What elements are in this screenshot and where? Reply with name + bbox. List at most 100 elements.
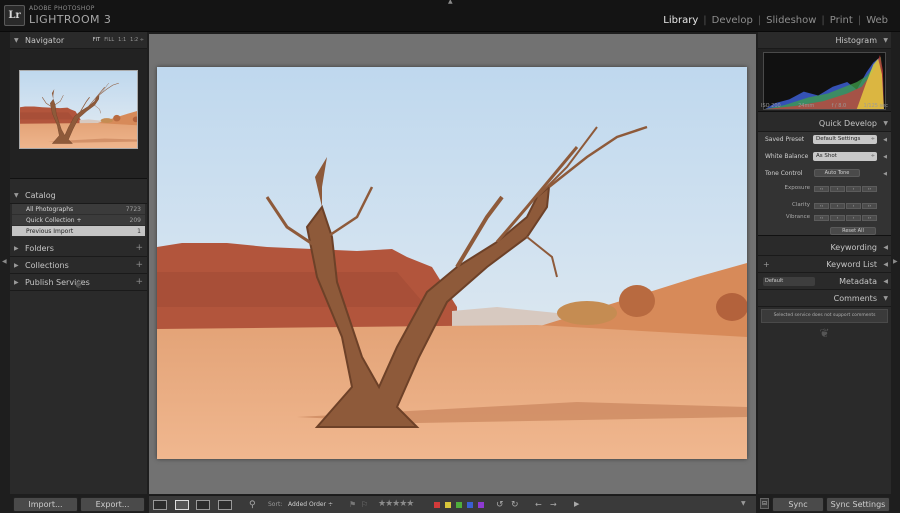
keyword-list-header[interactable]: + Keyword List ◀ [758, 256, 891, 273]
module-library[interactable]: Library [663, 15, 698, 26]
exposure-inc-large[interactable]: ›› [862, 186, 877, 192]
color-label-purple[interactable] [478, 502, 484, 508]
left-panel-collapse-icon[interactable]: ◀ [2, 258, 7, 265]
catalog-item-all-photographs[interactable]: All Photographs 7723 [12, 204, 145, 215]
expand-triangle-icon[interactable]: ◀ [883, 273, 888, 290]
module-slideshow[interactable]: Slideshow [766, 15, 816, 26]
auto-tone-button[interactable]: Auto Tone [814, 169, 860, 177]
clarity-dec-small[interactable]: ‹ [830, 203, 845, 209]
color-label-red[interactable] [434, 502, 440, 508]
vibrance-dec-small[interactable]: ‹ [830, 215, 845, 221]
folders-title: Folders [25, 244, 54, 253]
module-develop[interactable]: Develop [712, 15, 753, 26]
sync-settings-button[interactable]: Sync Settings [826, 497, 890, 512]
collections-title: Collections [25, 261, 69, 270]
expand-triangle-icon[interactable]: ▶ [14, 257, 19, 274]
collapse-triangle-icon[interactable]: ▼ [14, 187, 19, 204]
quick-develop-header[interactable]: Quick Develop ▼ [758, 115, 891, 132]
sync-toggle-switch[interactable]: ⊟ [760, 498, 769, 509]
catalog-item-quick-collection[interactable]: Quick Collection + 209 [12, 215, 145, 226]
zoom-fill[interactable]: FILL [104, 32, 114, 49]
vibrance-inc-small[interactable]: › [846, 215, 861, 221]
exposure-inc-small[interactable]: › [846, 186, 861, 192]
histogram-exif-info: ISO 200 24mm f / 8.0 1/125 sec [758, 103, 891, 109]
survey-view-icon[interactable] [218, 500, 232, 510]
sync-button[interactable]: Sync [772, 497, 824, 512]
expand-triangle-icon[interactable]: ◀ [883, 256, 888, 273]
right-panel: Histogram ▼ ISO 200 24mm f / 8.0 1/125 s… [758, 32, 891, 494]
clarity-inc-large[interactable]: ›› [862, 203, 877, 209]
next-photo-icon[interactable]: → [550, 500, 557, 509]
white-balance-value: As Shot [816, 153, 837, 159]
grid-view-icon[interactable] [153, 500, 167, 510]
zoom-fit[interactable]: FIT [93, 32, 100, 49]
metadata-header[interactable]: Default Metadata ◀ [758, 273, 891, 290]
main-photo[interactable] [157, 67, 747, 459]
tone-control-label: Tone Control [765, 170, 803, 177]
collections-header[interactable]: ▶ Collections + [10, 257, 147, 274]
collapse-triangle-icon[interactable]: ▼ [14, 32, 19, 49]
saved-preset-select[interactable]: Default Settings ÷ [813, 135, 877, 144]
navigator-header[interactable]: ▼ Navigator FIT FILL 1:1 1:2 ÷ [10, 32, 147, 49]
expand-triangle-icon[interactable]: ◀ [883, 171, 887, 177]
rotate-left-icon[interactable]: ↺ [496, 500, 504, 510]
zoom-1-2[interactable]: 1:2 ÷ [130, 32, 144, 49]
white-balance-select[interactable]: As Shot ÷ [813, 152, 877, 161]
histogram-graph[interactable] [763, 52, 886, 110]
comments-header[interactable]: Comments ▼ [758, 290, 891, 307]
top-panel-collapse-icon[interactable]: ▲ [448, 0, 453, 5]
catalog-header[interactable]: ▼ Catalog [10, 187, 147, 204]
toolbar-menu-chevron-down-icon[interactable]: ▼ [741, 500, 746, 507]
star-rating[interactable]: ★★★★★ [378, 499, 414, 509]
sort-select[interactable]: Added Order ÷ [288, 501, 333, 508]
module-separator: | [821, 15, 825, 26]
color-label-yellow[interactable] [445, 502, 451, 508]
expand-triangle-icon[interactable]: ◀ [883, 137, 887, 143]
folders-header[interactable]: ▶ Folders + [10, 240, 147, 257]
expand-triangle-icon[interactable]: ◀ [883, 239, 888, 256]
metadata-preset-select[interactable]: Default [763, 277, 815, 286]
right-panel-collapse-icon[interactable]: ▶ [893, 258, 898, 265]
collapse-triangle-icon[interactable]: ▼ [883, 32, 888, 49]
add-folder-icon[interactable]: + [135, 240, 143, 257]
reset-all-button[interactable]: Reset All [830, 227, 876, 235]
expand-triangle-icon[interactable]: ▶ [14, 240, 19, 257]
zoom-1-1[interactable]: 1:1 [118, 32, 126, 49]
painter-icon[interactable]: ⚲ [249, 500, 256, 510]
sort-label: Sort: [268, 501, 283, 508]
flag-reject-icon[interactable]: ⚐ [361, 500, 368, 509]
clarity-dec-large[interactable]: ‹‹ [814, 203, 829, 209]
navigator-zoom-options: FIT FILL 1:1 1:2 ÷ [93, 32, 144, 49]
loupe-view-icon[interactable] [175, 500, 189, 510]
color-label-blue[interactable] [467, 502, 473, 508]
collapse-triangle-icon[interactable]: ▼ [883, 290, 888, 307]
panel-end-ornament-icon: ❦ [819, 326, 830, 340]
comments-message: Selected service does not support commen… [761, 309, 888, 323]
histogram-header[interactable]: Histogram ▼ [758, 32, 891, 49]
module-web[interactable]: Web [866, 15, 888, 26]
add-keyword-icon[interactable]: + [763, 256, 770, 273]
flag-pick-icon[interactable]: ⚑ [349, 500, 356, 509]
exposure-dec-small[interactable]: ‹ [830, 186, 845, 192]
play-impromptu-slideshow-icon[interactable]: ▶ [574, 500, 579, 508]
clarity-inc-small[interactable]: › [846, 203, 861, 209]
module-print[interactable]: Print [830, 15, 853, 26]
collapse-triangle-icon[interactable]: ▼ [883, 115, 888, 132]
compare-view-icon[interactable] [196, 500, 210, 510]
navigator-thumbnail[interactable] [19, 70, 138, 149]
vibrance-inc-large[interactable]: ›› [862, 215, 877, 221]
export-button[interactable]: Export... [80, 497, 145, 512]
comments-panel: Selected service does not support commen… [758, 307, 891, 324]
add-collection-icon[interactable]: + [135, 257, 143, 274]
import-button[interactable]: Import... [13, 497, 78, 512]
color-label-green[interactable] [456, 502, 462, 508]
previous-photo-icon[interactable]: ← [535, 500, 542, 509]
quick-develop-panel: Saved Preset Default Settings ÷ ◀ White … [758, 132, 891, 236]
catalog-item-label: Quick Collection + [26, 217, 82, 224]
catalog-item-previous-import[interactable]: Previous Import 1 [12, 226, 145, 237]
exposure-dec-large[interactable]: ‹‹ [814, 186, 829, 192]
expand-triangle-icon[interactable]: ◀ [883, 154, 887, 160]
keywording-header[interactable]: Keywording ◀ [758, 239, 891, 256]
vibrance-dec-large[interactable]: ‹‹ [814, 215, 829, 221]
rotate-right-icon[interactable]: ↻ [511, 500, 519, 510]
